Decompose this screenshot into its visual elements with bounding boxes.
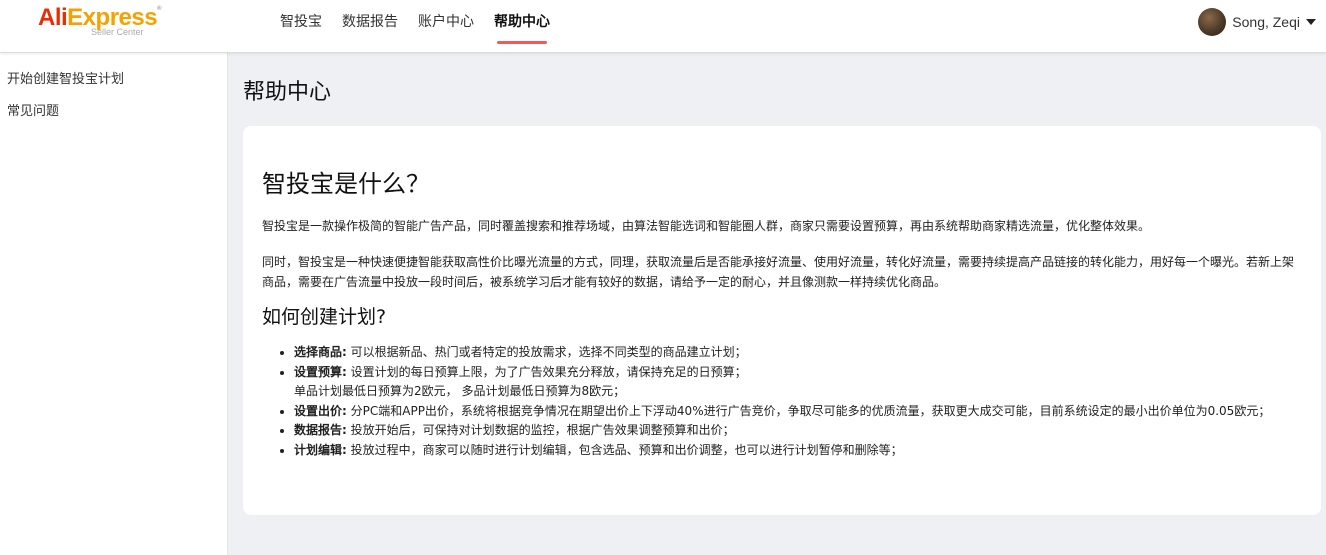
nav-tab-help-center[interactable]: 帮助中心: [484, 0, 560, 52]
section-heading-how-to-create: 如何创建计划?: [262, 306, 387, 328]
sidebar: 开始创建智投宝计划 常见问题: [0, 53, 228, 555]
step-text: 投放过程中，商家可以随时进行计划编辑，包含选品、预算和出价调整，也可以进行计划暂…: [346, 442, 903, 457]
page-title: 帮助中心: [243, 80, 332, 105]
logo-ali-text: Ali: [38, 4, 68, 31]
sidebar-item-faq[interactable]: 常见问题: [0, 96, 227, 128]
avatar[interactable]: [1198, 8, 1227, 36]
top-navbar: AliExpress® Seller Center 智投宝 数据报告 账户中心 …: [0, 0, 1326, 53]
list-item: 设置预算: 设置计划的每日预算上限，为了广告效果充分释放，请保持充足的日预算； 单…: [294, 363, 1301, 402]
list-item: 选择商品: 可以根据新品、热门或者特定的投放需求，选择不同类型的商品建立计划；: [294, 343, 1301, 363]
sidebar-item-start-plan[interactable]: 开始创建智投宝计划: [0, 64, 227, 96]
section-heading-what-is: 智投宝是什么？: [262, 170, 430, 198]
steps-list: 选择商品: 可以根据新品、热门或者特定的投放需求，选择不同类型的商品建立计划； …: [262, 343, 1301, 460]
aliexpress-logo[interactable]: AliExpress® Seller Center: [38, 4, 161, 37]
paragraph-intro: 智投宝是一款操作极简的智能广告产品，同时覆盖搜索和推荐场域，由算法智能选词和智能…: [262, 219, 1151, 233]
help-content-card: 智投宝是什么？ 智投宝是一款操作极简的智能广告产品，同时覆盖搜索和推荐场域，由算…: [243, 126, 1321, 515]
step-subtext: 单品计划最低日预算为2欧元， 多品计划最低日预算为8欧元；: [294, 384, 626, 398]
step-label: 数据报告:: [294, 423, 347, 437]
paragraph-details: 同时，智投宝是一种快速便捷智能获取高性价比曝光流量的方式，同理，获取流量后是否能…: [262, 255, 1295, 289]
step-text: 投放开始后，可保持对计划数据的监控，根据广告效果调整预算和出价；: [346, 423, 735, 437]
list-item: 计划编辑: 投放过程中，商家可以随时进行计划编辑，包含选品、预算和出价调整，也可…: [294, 441, 1301, 461]
step-text: 分PC端和APP出价，系统将根据竞争情况在期望出价上下浮动40%进行广告竞价，争…: [346, 403, 1271, 418]
nav-tab-data-report[interactable]: 数据报告: [332, 0, 408, 52]
step-text: 设置计划的每日预算上限，为了广告效果充分释放，请保持充足的日预算；: [346, 364, 747, 379]
step-text: 可以根据新品、热门或者特定的投放需求，选择不同类型的商品建立计划；: [346, 345, 747, 359]
step-label: 设置预算:: [294, 364, 347, 379]
nav-tab-account-center[interactable]: 账户中心: [408, 0, 484, 52]
user-menu[interactable]: Song, Zeqi: [1198, 8, 1316, 36]
nav-tab-zhitoubao[interactable]: 智投宝: [270, 0, 332, 52]
step-label: 计划编辑:: [294, 442, 347, 457]
step-label: 设置出价:: [294, 403, 347, 418]
step-label: 选择商品:: [294, 345, 347, 359]
main-nav: 智投宝 数据报告 账户中心 帮助中心: [270, 0, 560, 52]
user-name: Song, Zeqi: [1232, 14, 1300, 30]
caret-down-icon[interactable]: [1306, 19, 1316, 25]
trademark-icon: ®: [157, 6, 161, 12]
list-item: 数据报告: 投放开始后，可保持对计划数据的监控，根据广告效果调整预算和出价；: [294, 421, 1301, 441]
list-item: 设置出价: 分PC端和APP出价，系统将根据竞争情况在期望出价上下浮动40%进行…: [294, 402, 1301, 422]
logo-subtitle: Seller Center: [91, 27, 144, 37]
